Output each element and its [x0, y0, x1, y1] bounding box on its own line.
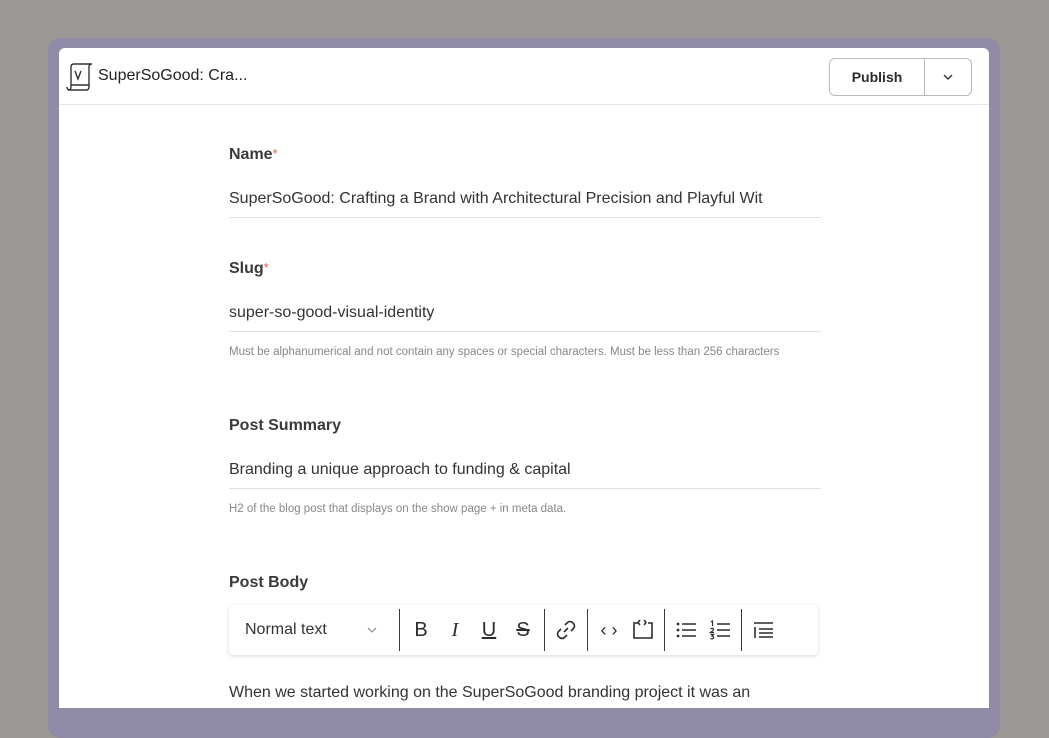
numbered-list-icon: [709, 620, 730, 640]
name-label-text: Name: [229, 146, 273, 163]
publish-button-group: Publish: [829, 58, 972, 96]
rich-text-toolbar: Normal text B I U S ‹ ›: [229, 605, 818, 655]
bullet-list-icon: [676, 622, 696, 638]
text-style-value: Normal text: [245, 621, 327, 638]
slug-label: Slug*: [229, 260, 269, 278]
code-block-icon: [633, 619, 653, 639]
name-input[interactable]: [229, 180, 821, 218]
scroll-logo-icon: [66, 63, 93, 91]
body-label: Post Body: [229, 574, 309, 591]
code-button[interactable]: ‹ ›: [592, 612, 626, 648]
toolbar-divider: [664, 609, 665, 651]
summary-hint: H2 of the blog post that displays on the…: [229, 503, 567, 515]
code-block-button[interactable]: [626, 612, 660, 648]
summary-label: Post Summary: [229, 417, 342, 434]
underline-icon: U: [481, 618, 497, 641]
chevron-down-icon: [943, 74, 953, 80]
link-icon: [556, 620, 576, 640]
slug-hint: Must be alphanumerical and not contain a…: [229, 346, 780, 358]
bullet-list-button[interactable]: [669, 612, 703, 648]
publish-button[interactable]: Publish: [830, 59, 925, 95]
chevron-down-icon: [367, 627, 377, 633]
publish-options-button[interactable]: [925, 59, 971, 95]
toolbar-divider: [741, 609, 742, 651]
toolbar-divider: [587, 609, 588, 651]
underline-button[interactable]: U: [472, 612, 506, 648]
editor-window: SuperSoGood: Cra... Publish Name* Slug* …: [59, 48, 989, 708]
slug-label-text: Slug: [229, 260, 264, 277]
italic-icon: I: [451, 618, 459, 641]
text-style-select[interactable]: Normal text: [229, 605, 395, 655]
bold-button[interactable]: B: [404, 612, 438, 648]
numbered-list-button[interactable]: [703, 612, 737, 648]
header-bar: SuperSoGood: Cra... Publish: [59, 48, 989, 105]
strikethrough-button[interactable]: S: [506, 612, 540, 648]
blockquote-button[interactable]: [746, 612, 780, 648]
summary-input[interactable]: [229, 451, 821, 489]
required-mark: *: [272, 146, 278, 161]
slug-input[interactable]: [229, 294, 821, 332]
italic-button[interactable]: I: [438, 612, 472, 648]
strikethrough-icon: S: [516, 618, 530, 641]
code-icon: ‹ ›: [600, 619, 618, 640]
toolbar-divider: [544, 609, 545, 651]
required-mark: *: [263, 260, 269, 275]
bold-icon: B: [414, 618, 428, 641]
toolbar-divider: [399, 609, 400, 651]
blockquote-icon: [754, 622, 773, 638]
post-body-content[interactable]: When we started working on the SuperSoGo…: [229, 684, 750, 702]
document-title: SuperSoGood: Cra...: [98, 67, 248, 84]
link-button[interactable]: [549, 612, 583, 648]
name-label: Name*: [229, 146, 278, 164]
